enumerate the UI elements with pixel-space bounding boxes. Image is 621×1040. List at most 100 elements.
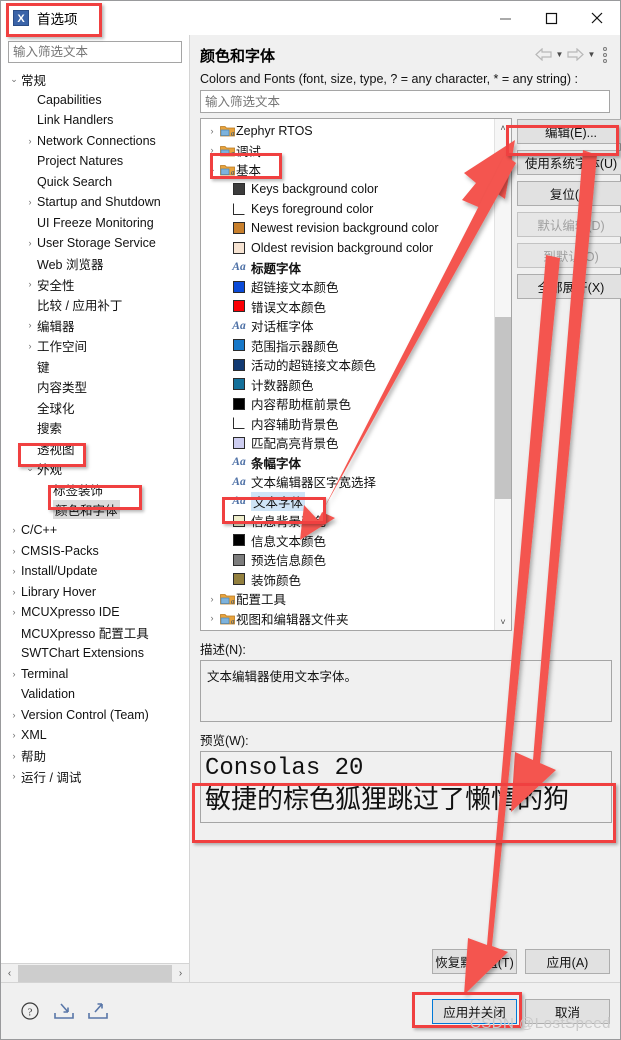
sidebar-item[interactable]: ›Validation	[1, 684, 189, 705]
sidebar-item[interactable]: › 编辑器	[1, 315, 189, 336]
sidebar-item[interactable]: › Version Control (Team)	[1, 705, 189, 726]
scroll-track[interactable]	[18, 964, 172, 982]
tree-item[interactable]: Keys foreground color	[201, 199, 494, 219]
edit-button[interactable]: 编辑(E)...	[517, 119, 621, 144]
sidebar-item[interactable]: › 工作空间	[1, 336, 189, 357]
sidebar-item[interactable]: ›内容类型	[1, 377, 189, 398]
color-swatch	[233, 534, 245, 547]
tree-item[interactable]: › a 调试	[201, 141, 494, 161]
sidebar-item[interactable]: › 安全性	[1, 274, 189, 295]
scroll-track[interactable]	[495, 136, 511, 613]
scroll-up-icon[interactable]: ˄	[495, 119, 511, 136]
tree-item[interactable]: Aa 文本字体	[201, 491, 494, 512]
sidebar-item[interactable]: ›Quick Search	[1, 172, 189, 193]
sidebar-item[interactable]: ›Project Natures	[1, 151, 189, 172]
tree-item[interactable]: Aa 文本编辑器区字宽选择	[201, 472, 494, 492]
tree-item[interactable]: Aa 条幅字体	[201, 453, 494, 473]
sidebar-item-label: 编辑器	[37, 319, 75, 334]
sidebar-item[interactable]: ›透视图	[1, 438, 189, 459]
back-dropdown-icon[interactable]: ▼	[554, 45, 565, 64]
sidebar-item-label: Install/Update	[21, 564, 98, 579]
page-header: 颜色和字体 ▼ ▼	[190, 35, 620, 66]
tree-item[interactable]: 内容帮助框前景色	[201, 394, 494, 414]
sidebar-item[interactable]: › CMSIS-Packs	[1, 541, 189, 562]
export-icon[interactable]	[87, 1000, 109, 1022]
kebab-menu-icon[interactable]	[598, 45, 612, 64]
tree-item[interactable]: › a Zephyr RTOS	[201, 121, 494, 141]
scroll-right-icon[interactable]: ›	[172, 965, 189, 982]
page-filter-input[interactable]	[200, 90, 610, 113]
tree-item[interactable]: 信息背景颜色	[201, 511, 494, 531]
tree-item[interactable]: 超链接文本颜色	[201, 277, 494, 297]
sidebar-item[interactable]: ⌄ 外观	[1, 459, 189, 480]
sidebar-tree[interactable]: ⌄常规›Capabilities›Link Handlers›Network C…	[1, 67, 189, 963]
sidebar-item[interactable]: › 帮助	[1, 746, 189, 767]
tree-item[interactable]: 内容辅助背景色	[201, 414, 494, 434]
import-icon[interactable]	[53, 1000, 75, 1022]
tree-item[interactable]: ⌄ a 基本	[201, 160, 494, 180]
scroll-down-icon[interactable]: ˅	[495, 613, 511, 630]
restore-defaults-button[interactable]: 恢复默认值(T)	[432, 949, 517, 974]
sidebar-item[interactable]: › User Storage Service	[1, 233, 189, 254]
tree-item[interactable]: Aa 对话框字体	[201, 316, 494, 336]
sidebar-item[interactable]: › Install/Update	[1, 561, 189, 582]
tree-item[interactable]: Aa 标题字体	[201, 258, 494, 278]
sidebar-item[interactable]: ›颜色和字体	[1, 500, 189, 521]
scroll-left-icon[interactable]: ‹	[1, 965, 18, 982]
sidebar-item[interactable]: ›MCUXpresso 配置工具	[1, 623, 189, 644]
sidebar-item[interactable]: › 运行 / 调试	[1, 766, 189, 787]
tree-item[interactable]: › a 配置工具	[201, 589, 494, 609]
sidebar-item[interactable]: ›标签装饰	[1, 479, 189, 500]
description-box: 文本编辑器使用文本字体。	[200, 660, 612, 722]
expand-all-button[interactable]: 全部展开(X)	[517, 274, 621, 299]
sidebar-item-label: 透视图	[37, 442, 75, 457]
colors-and-fonts-tree[interactable]: › a Zephyr RTOS › a 调试 ⌄ a 基本 Keys background col…	[201, 119, 494, 630]
tree-item[interactable]: 信息文本颜色	[201, 531, 494, 551]
scroll-thumb[interactable]	[495, 317, 511, 499]
tree-item[interactable]: 错误文本颜色	[201, 297, 494, 317]
minimize-button[interactable]	[482, 1, 528, 35]
tree-item[interactable]: › a 视图和编辑器文件夹	[201, 609, 494, 629]
tree-vertical-scrollbar[interactable]: ˄ ˅	[494, 119, 511, 630]
sidebar-item[interactable]: › Terminal	[1, 664, 189, 685]
sidebar-item[interactable]: › XML	[1, 725, 189, 746]
tree-item[interactable]: 预选信息颜色	[201, 550, 494, 570]
sidebar-item[interactable]: › C/C++	[1, 520, 189, 541]
sidebar-item[interactable]: ›UI Freeze Monitoring	[1, 213, 189, 234]
maximize-button[interactable]	[528, 1, 574, 35]
tree-item[interactable]: 活动的超链接文本颜色	[201, 355, 494, 375]
sidebar-item[interactable]: › Library Hover	[1, 582, 189, 603]
tree-item[interactable]: Newest revision background color	[201, 219, 494, 239]
tree-item[interactable]: 匹配高亮背景色	[201, 433, 494, 453]
tree-item-label: 内容帮助框前景色	[251, 398, 352, 413]
tree-item[interactable]: 计数器颜色	[201, 375, 494, 395]
sidebar-item[interactable]: ›Web 浏览器	[1, 254, 189, 275]
sidebar-item[interactable]: ›Link Handlers	[1, 110, 189, 131]
sidebar-item[interactable]: ›搜索	[1, 418, 189, 439]
apply-button[interactable]: 应用(A)	[525, 949, 610, 974]
sidebar-item[interactable]: ›比较 / 应用补丁	[1, 295, 189, 316]
sidebar-item[interactable]: › MCUXpresso IDE	[1, 602, 189, 623]
sidebar-item[interactable]: ›键	[1, 356, 189, 377]
tree-item[interactable]: 范围指示器颜色	[201, 336, 494, 356]
forward-dropdown-icon[interactable]: ▼	[586, 45, 597, 64]
close-button[interactable]	[574, 1, 620, 35]
reset-button[interactable]: 复位(R)	[517, 181, 621, 206]
sidebar-horizontal-scrollbar[interactable]: ‹ ›	[1, 963, 189, 982]
sidebar-item[interactable]: ›全球化	[1, 397, 189, 418]
tree-item[interactable]: Oldest revision background color	[201, 238, 494, 258]
use-system-font-button[interactable]: 使用系统字体(U)	[517, 150, 621, 175]
arrow-right-icon[interactable]	[566, 45, 585, 64]
tree-item[interactable]: Keys background color	[201, 180, 494, 200]
app-icon: X	[13, 10, 29, 26]
arrow-left-icon[interactable]	[534, 45, 553, 64]
help-icon[interactable]: ?	[19, 1000, 41, 1022]
sidebar-item[interactable]: › Startup and Shutdown	[1, 192, 189, 213]
sidebar-item[interactable]: ›Capabilities	[1, 90, 189, 111]
scroll-thumb[interactable]	[18, 964, 172, 982]
sidebar-item[interactable]: ⌄ 常规	[1, 69, 189, 90]
sidebar-item[interactable]: ›SWTChart Extensions	[1, 643, 189, 664]
sidebar-filter-input[interactable]	[8, 41, 182, 63]
sidebar-item[interactable]: › Network Connections	[1, 131, 189, 152]
tree-item[interactable]: 装饰颜色	[201, 570, 494, 590]
